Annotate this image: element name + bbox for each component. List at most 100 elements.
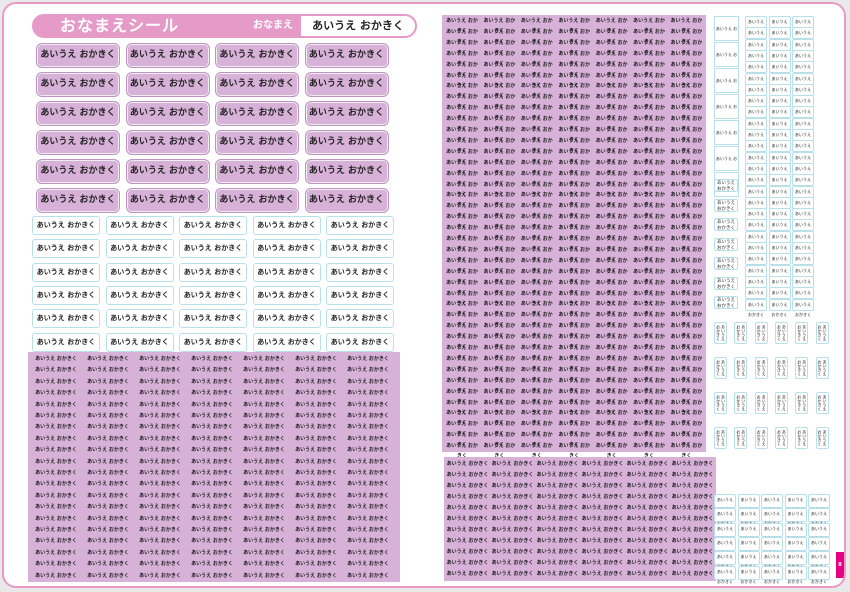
sticker-strip-small: あいうえ おかきく — [558, 443, 591, 459]
sticker-strip-small: あいうえ おかきく — [633, 192, 665, 209]
sticker-tiny: あいうえ おかきく — [768, 287, 791, 305]
sticker-strip-small: あいうえ おかきく — [520, 203, 553, 220]
sticker-strip: あいうえ おかきく — [139, 470, 181, 476]
sticker-two-line: あいうえ おかきく — [714, 179, 738, 192]
sticker-strip-small: あいうえ おかきく — [670, 203, 703, 220]
sticker-strip-small: あいうえ おかきく — [483, 39, 516, 56]
sticker-strip-small: あいうえ おかきく — [595, 116, 628, 133]
sticker-strip: あいうえ おかきく — [191, 504, 233, 511]
name-input[interactable]: あいうえ おかきく — [299, 14, 417, 38]
sticker-strip-small: あいうえ おかきく — [520, 214, 553, 231]
sticker-tiny: あいうえ おかきく — [792, 151, 814, 170]
sticker-tiny: あいうえ おかきく — [792, 140, 814, 158]
sticker-strip-small: あいうえ おかきく — [633, 246, 665, 263]
sticker-tiny: あいうえ おかきく — [761, 494, 783, 512]
sticker-strip-small: あいうえ おかきく — [446, 214, 478, 231]
sticker-medium: あいうえ おかきく — [252, 239, 321, 259]
sticker-large: あいうえ おかきく — [215, 72, 299, 97]
sticker-tiny: あいうえ おかきく — [745, 117, 767, 136]
sticker-tiny: あいうえ おかきく — [745, 129, 767, 147]
sticker-medium: あいうえ おかきく — [252, 285, 321, 305]
sticker-strip: あいうえ おかきく — [87, 527, 129, 533]
sticker-tiny: あいうえ おかきく — [714, 508, 736, 526]
sticker-strip-small: あいうえ おかきく — [595, 72, 628, 89]
sticker-strip: あいうえ おかきく — [295, 527, 337, 533]
sticker-strip-small: あいうえ おかきく — [595, 61, 628, 78]
sticker-strip: あいうえ おかきく — [581, 472, 624, 478]
sticker-large: あいうえ おかきく — [125, 72, 210, 97]
sticker-strip-small: あいうえ おかきく — [483, 192, 516, 209]
sticker-tiny: あいうえ おかきく — [745, 264, 767, 283]
sticker-strip: あいうえ おかきく — [243, 356, 285, 362]
sticker-tiny: あいうえ おかきく — [768, 219, 791, 237]
sticker-strip-small: あいうえ おかきく — [670, 377, 703, 394]
sticker-tiny: あいうえ おかきく — [792, 253, 814, 271]
sticker-vertical: あいうえ おかきく — [774, 427, 788, 449]
sticker-strip-small: あいうえ おかきく — [483, 94, 516, 111]
sticker-tiny: あいうえ おかきく — [768, 49, 791, 68]
sticker-strip-small: あいうえ おかきく — [670, 290, 703, 307]
sticker-tiny: あいうえ おかきく — [784, 494, 807, 512]
sticker-vertical: あいうえ おかきく — [795, 392, 809, 414]
sticker-large: あいうえ おかきく — [304, 43, 389, 68]
sticker-strip: あいうえ おかきく — [191, 424, 233, 431]
sticker-strip: あいうえ おかきく — [139, 390, 181, 397]
sticker-tiny: あいうえ おかきく — [768, 264, 791, 283]
sticker-vertical: あいうえ おかきく — [795, 357, 809, 379]
sticker-tiny: あいうえ おかきく — [808, 508, 830, 526]
sticker-strip-small: あいうえ おかきく — [520, 312, 553, 329]
sticker-tiny: あいうえ おかきく — [714, 551, 736, 569]
sticker-strip-small: あいうえ おかきく — [558, 148, 591, 165]
sticker-strip-small: あいうえ おかきく — [670, 236, 703, 252]
sticker-strip: あいうえ おかきく — [139, 447, 181, 454]
sticker-strip: あいうえ おかきく — [35, 424, 77, 431]
sticker-strip-small: あいうえ おかきく — [633, 290, 665, 307]
sticker-strip: あいうえ おかきく — [35, 367, 77, 374]
sticker-strip: あいうえ おかきく — [139, 356, 181, 362]
sticker-strip-small: あいうえ おかきく — [520, 83, 553, 100]
sticker-strip-small: あいうえ おかきく — [633, 225, 665, 242]
sticker-tiny: あいうえ おかきく — [768, 83, 791, 102]
sticker-strip-small: あいうえ おかきく — [558, 181, 591, 198]
sticker-strip-small: あいうえ おかきく — [520, 105, 553, 122]
sticker-large: あいうえ おかきく — [304, 188, 389, 213]
sticker-strip-small: あいうえ おかきく — [670, 61, 703, 78]
sticker-strip-small: あいうえ おかきく — [595, 432, 628, 449]
sticker-strip-small: あいうえ おかきく — [483, 410, 516, 427]
page-number-tab: 8 — [836, 552, 844, 578]
sticker-strip-small: あいうえ おかきく — [483, 377, 516, 394]
sticker-tiny: あいうえ おかきく — [761, 522, 783, 541]
sticker-strip-small: あいうえ おかきく — [670, 127, 703, 143]
sticker-strip: あいうえ おかきく — [139, 515, 181, 522]
sticker-strip-small: あいうえ おかきく — [595, 334, 628, 351]
sticker-tiny: あいうえ おかきく — [745, 83, 767, 102]
sticker-vertical: あいうえ おかきく — [714, 357, 727, 379]
sticker-strip-small: あいうえ おかきく — [483, 345, 516, 361]
sticker-strip-small: あいうえ おかきく — [558, 214, 591, 231]
sticker-strip: あいうえ おかきく — [671, 494, 714, 500]
sticker-tiny: あいうえ おかきく — [768, 151, 791, 170]
sticker-strip: あいうえ おかきく — [87, 447, 129, 454]
sticker-strip-small: あいうえ おかきく — [558, 170, 591, 187]
sticker-strip-small: あいうえ おかきく — [520, 334, 553, 351]
sticker-tiny: あいうえ おかきく — [714, 565, 736, 584]
sticker-strip-small: あいうえ おかきく — [558, 257, 591, 274]
sticker-strip: あいうえ おかきく — [243, 561, 285, 568]
sticker-strip: あいうえ おかきく — [35, 549, 77, 556]
sticker-strip-small: あいうえ おかきく — [446, 18, 478, 34]
sticker-strip-small: あいうえ おかきく — [446, 170, 478, 187]
sticker-strip: あいうえ おかきく — [35, 401, 77, 408]
sticker-strip-small: あいうえ おかきく — [520, 388, 553, 405]
sticker-two-line: あいうえ おかきく — [714, 276, 738, 290]
sticker-strip-small: あいうえ おかきく — [483, 170, 516, 187]
sticker-tiny: あいうえ おかきく — [745, 242, 767, 260]
sticker-strip-small: あいうえ おかきく — [558, 388, 591, 405]
sticker-strip-small: あいうえ おかきく — [446, 127, 478, 143]
sticker-strip-small: あいうえ おかきく — [595, 28, 628, 45]
sticker-strip-small: あいうえ おかきく — [446, 334, 478, 351]
sticker-strip: あいうえ おかきく — [347, 515, 389, 522]
sticker-strip: あいうえ おかきく — [35, 378, 77, 385]
sticker-strip-small: あいうえ おかきく — [483, 18, 516, 34]
sticker-strip-small: あいうえ おかきく — [670, 410, 703, 427]
sticker-large: あいうえ おかきく — [36, 101, 120, 126]
